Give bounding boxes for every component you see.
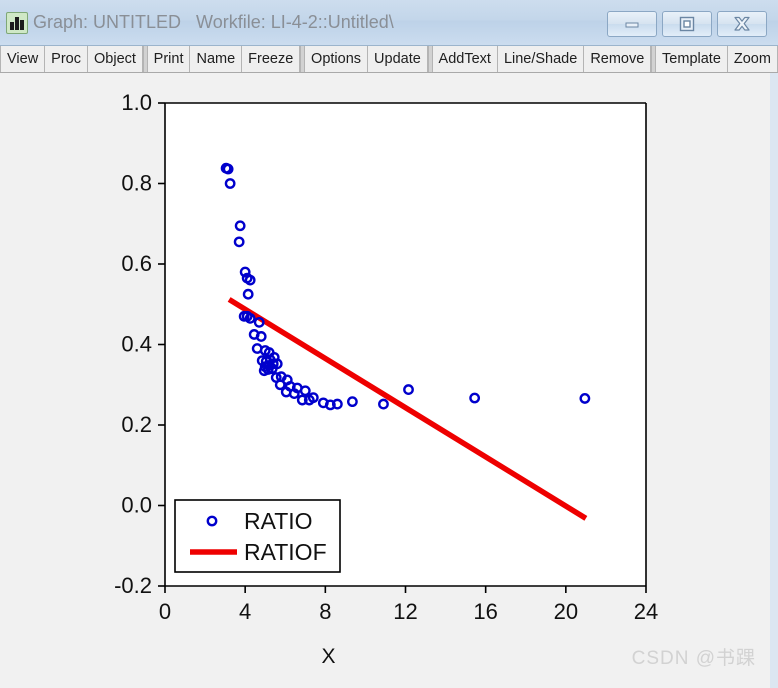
toolbar-button-update[interactable]: Update — [368, 46, 428, 72]
x-tick-label: 24 — [634, 599, 658, 624]
toolbar-button-addtext[interactable]: AddText — [432, 46, 498, 72]
maximize-icon — [679, 16, 695, 32]
close-button[interactable] — [717, 11, 767, 37]
minimize-icon — [625, 22, 639, 28]
toolbar-button-zoom[interactable]: Zoom — [727, 46, 778, 72]
toolbar-button-options[interactable]: Options — [305, 46, 369, 72]
close-icon — [734, 16, 750, 31]
x-tick-label: 16 — [473, 599, 497, 624]
watermark-text: CSDN @书踝 — [631, 648, 756, 669]
toolbar-button-print[interactable]: Print — [147, 46, 191, 72]
toolbar: View Proc Object Print Name Freeze Optio… — [0, 46, 778, 73]
y-tick-label: 0.4 — [121, 332, 152, 357]
toolbar-button-line-shade[interactable]: Line/Shade — [497, 46, 585, 72]
toolbar-button-object[interactable]: Object — [88, 46, 143, 72]
x-tick-label: 0 — [159, 599, 171, 624]
toolbar-button-name[interactable]: Name — [190, 46, 243, 72]
y-tick-label: 0.2 — [121, 412, 152, 437]
legend-label-ratio: RATIO — [244, 508, 313, 534]
x-axis-label: X — [321, 645, 335, 668]
title-bar: Graph: UNTITLED Workfile: LI-4-2::Untitl… — [0, 0, 778, 46]
toolbar-button-template[interactable]: Template — [656, 46, 728, 72]
y-tick-label: -0.2 — [114, 573, 152, 598]
toolbar-button-proc[interactable]: Proc — [45, 46, 88, 72]
toolbar-button-remove[interactable]: Remove — [584, 46, 652, 72]
maximize-button[interactable] — [662, 11, 712, 37]
toolbar-button-view[interactable]: View — [0, 46, 46, 72]
legend-label-ratiof: RATIOF — [244, 539, 327, 565]
x-tick-label: 4 — [239, 599, 251, 624]
y-tick-label: 0.8 — [121, 171, 152, 196]
bar-chart-icon — [6, 12, 28, 34]
toolbar-button-freeze[interactable]: Freeze — [242, 46, 301, 72]
graph-client-area: 1.0 0.8 0.6 0.4 0.2 0.0 -0.2 0 4 8 12 16 20 24 X RATIO R… — [0, 73, 770, 688]
x-tick-label: 12 — [393, 599, 417, 624]
x-tick-label: 20 — [554, 599, 578, 624]
y-tick-label: 0.6 — [121, 251, 152, 276]
y-tick-label: 0.0 — [121, 493, 152, 518]
x-tick-label: 8 — [319, 599, 331, 624]
plot-canvas: 1.0 0.8 0.6 0.4 0.2 0.0 -0.2 0 4 8 12 16 20 24 X RATIO R… — [114, 90, 658, 668]
window-edge-strip — [770, 73, 778, 688]
graph-window: Graph: UNTITLED Workfile: LI-4-2::Untitl… — [0, 0, 778, 688]
window-title: Graph: UNTITLED Workfile: LI-4-2::Untitl… — [33, 12, 394, 32]
y-tick-label: 1.0 — [121, 90, 152, 115]
minimize-button[interactable] — [607, 11, 657, 37]
scatter-plot: 1.0 0.8 0.6 0.4 0.2 0.0 -0.2 0 4 8 12 16 20 24 X RATIO R… — [0, 73, 770, 688]
